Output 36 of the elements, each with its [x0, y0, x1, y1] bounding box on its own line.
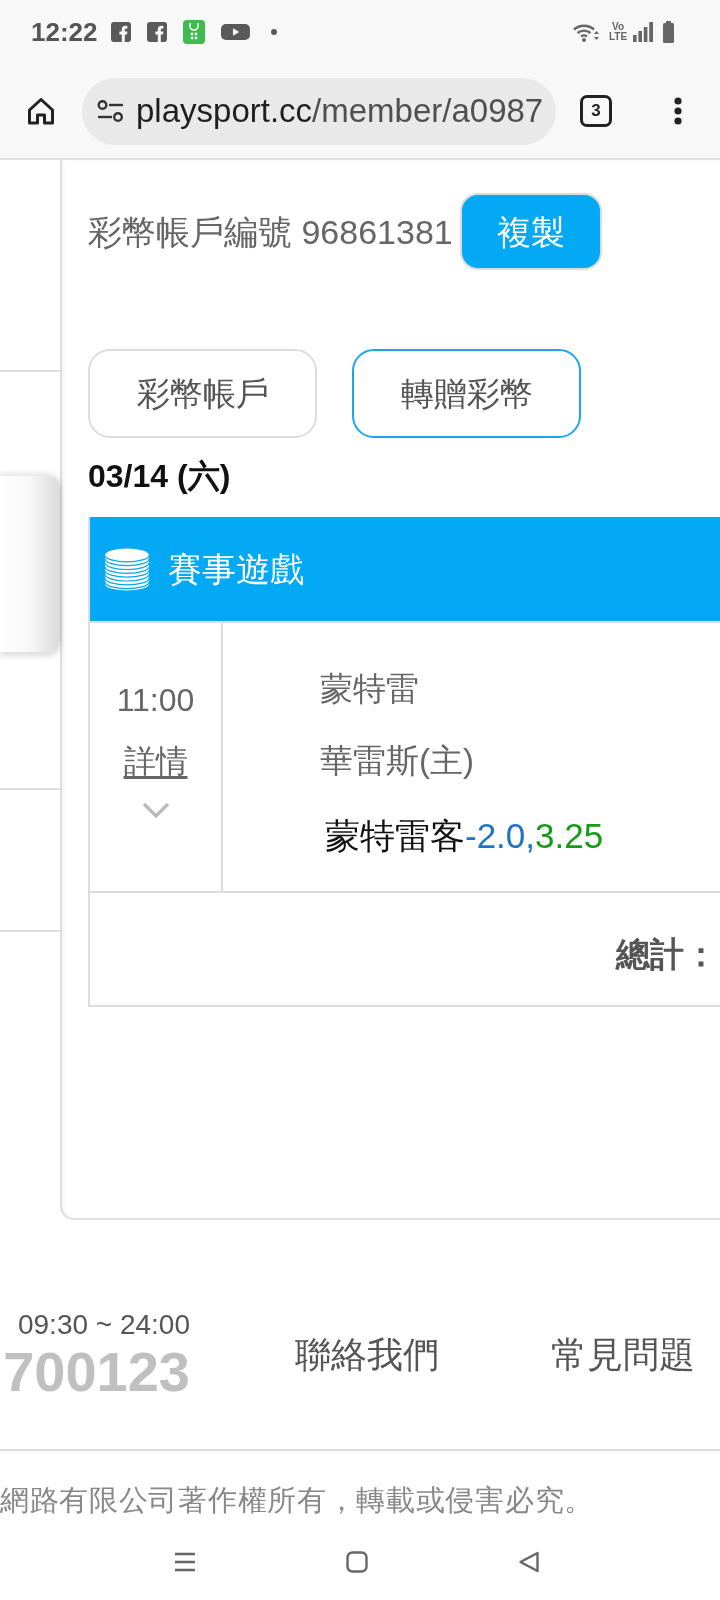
shopping-bag-icon	[182, 20, 205, 44]
bet-pick-text: 蒙特雷客-2.0,3.25	[325, 815, 604, 857]
wifi-icon	[572, 22, 600, 42]
team-name: 華雷斯(主)	[320, 741, 474, 781]
phone-number-text: 700123	[3, 1341, 190, 1402]
footer-link[interactable]: 常見問題	[551, 1331, 695, 1378]
dot-icon	[270, 29, 277, 35]
copyright-text: 網路有限公司著作權所有，轉載或侵害必究。	[0, 1482, 594, 1518]
tab-switcher-button[interactable]: 3	[580, 95, 612, 127]
tab[interactable]: 彩幣帳戶	[88, 349, 317, 438]
tab[interactable]: 轉贈彩幣	[352, 349, 581, 438]
address-bar[interactable]: playsport.cc/member/a0987	[82, 77, 556, 145]
url-text: playsport.cc/member/a0987	[136, 91, 544, 131]
f-logo-icon	[110, 22, 131, 42]
more-menu-icon[interactable]	[674, 97, 682, 125]
rounded-square-icon[interactable]	[346, 1551, 368, 1573]
details-link[interactable]: 詳情	[123, 741, 188, 781]
team-name: 蒙特雷	[320, 669, 419, 709]
signal-icon	[633, 22, 653, 42]
back-icon[interactable]	[518, 1551, 540, 1573]
f-logo-icon	[146, 22, 167, 42]
match-time: 11:00	[116, 681, 195, 720]
service-hours-text: 09:30 ~ 24:00	[17, 1307, 190, 1342]
site-settings-icon[interactable]	[97, 100, 124, 122]
table-title: 賽事遊戲	[168, 549, 304, 590]
home-icon[interactable]	[26, 96, 56, 126]
network-type-label: Vo LTE	[609, 22, 627, 42]
account-number-text: 彩幣帳戶編號 96861381	[88, 211, 453, 253]
footer-link[interactable]: 聯絡我們	[295, 1331, 439, 1378]
coin-stack-icon	[104, 546, 150, 592]
status-time: 12:22	[31, 17, 98, 47]
total-label: 總計：	[616, 934, 718, 975]
play-icon	[220, 24, 250, 40]
battery-icon	[663, 21, 674, 43]
three-lines-icon[interactable]	[174, 1552, 196, 1572]
date-heading: 03/14 (六)	[88, 457, 232, 496]
